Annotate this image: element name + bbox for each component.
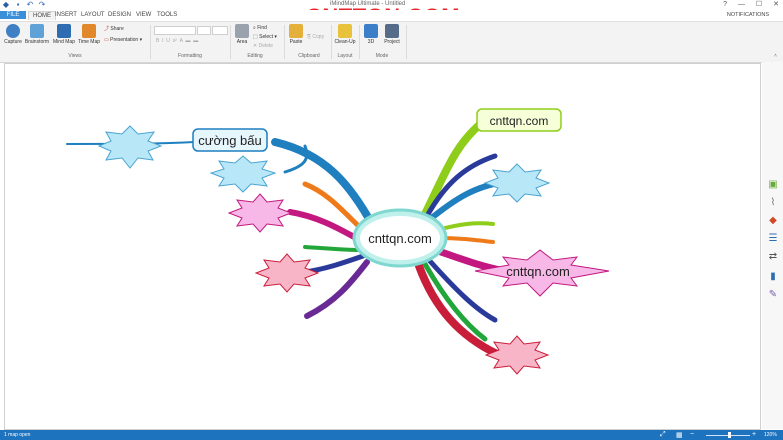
mind-map-button[interactable]: Mind Map bbox=[52, 24, 76, 45]
star-red-left[interactable] bbox=[254, 253, 320, 293]
collapse-ribbon-icon[interactable]: ˄ bbox=[774, 53, 777, 59]
topic-left-label: cường bấu bbox=[198, 133, 262, 148]
capture-button[interactable]: Capture bbox=[3, 24, 23, 45]
notes-icon[interactable]: ▮ bbox=[768, 272, 778, 282]
zoom-slider-thumb[interactable] bbox=[728, 432, 731, 438]
branch-navy-left[interactable] bbox=[302, 253, 366, 275]
window-controls: ? — ☐ ✕ bbox=[714, 0, 779, 8]
star-pink-left[interactable] bbox=[227, 193, 293, 233]
save-icon[interactable]: ▪ bbox=[14, 1, 22, 9]
group-label-clipboard: Clipboard bbox=[298, 53, 320, 59]
find-button[interactable]: ⌕ Find bbox=[253, 25, 267, 31]
close-button[interactable]: ✕ bbox=[773, 1, 779, 8]
relationship-icon[interactable]: ⇄ bbox=[768, 252, 778, 262]
clean-up-icon bbox=[338, 24, 352, 38]
zoom-in-icon[interactable]: + bbox=[752, 431, 756, 438]
share-icon: ⤴ bbox=[104, 26, 110, 32]
undo-icon[interactable]: ↶ bbox=[26, 1, 34, 9]
redo-icon[interactable]: ↷ bbox=[38, 1, 46, 9]
group-separator bbox=[230, 25, 231, 59]
status-bar: 1 map open ⤢ ▦ − + 120% bbox=[0, 430, 783, 440]
attachment-icon[interactable]: ⌇ bbox=[768, 198, 778, 208]
fullscreen-icon[interactable]: ▦ bbox=[676, 431, 683, 439]
tab-tools[interactable]: TOOLS bbox=[153, 11, 181, 19]
star-red-bottom-right[interactable] bbox=[484, 335, 550, 375]
find-icon: ⌕ bbox=[253, 25, 256, 31]
delete-button[interactable]: ✕ Delete bbox=[253, 43, 273, 49]
app-logo-icon: ◆ bbox=[2, 0, 10, 9]
group-separator bbox=[284, 25, 285, 59]
star-blue-left[interactable] bbox=[209, 155, 277, 193]
group-separator bbox=[359, 25, 360, 59]
status-pages: 1 map open bbox=[4, 432, 31, 438]
branch-magenta-right[interactable] bbox=[431, 246, 504, 274]
topic-right-label[interactable]: cnttqn.com bbox=[506, 264, 570, 279]
project-icon bbox=[385, 24, 399, 38]
branch-green-left[interactable] bbox=[303, 245, 363, 252]
group-label-mode: Mode bbox=[375, 53, 389, 59]
clean-up-button[interactable]: Clean-Up bbox=[334, 24, 356, 45]
mind-map-svg[interactable]: cnttqn.com cnttqn.com cnttqn.com cường b… bbox=[5, 64, 760, 429]
select-button[interactable]: ⬚ Select ▾ bbox=[253, 34, 277, 40]
capture-icon bbox=[6, 24, 20, 38]
ribbon: Capture Brainstorm Mind Map Time Map ⤴ S… bbox=[0, 21, 783, 63]
3d-icon bbox=[364, 24, 378, 38]
time-map-icon bbox=[82, 24, 96, 38]
time-map-button[interactable]: Time Map bbox=[77, 24, 101, 45]
group-label-editing: Editing bbox=[247, 53, 263, 59]
copy-button[interactable]: ⎘ Copy bbox=[307, 34, 324, 40]
branch-green-right[interactable] bbox=[435, 221, 495, 232]
select-icon: ⬚ bbox=[253, 34, 258, 40]
tab-file[interactable]: FILE bbox=[0, 11, 26, 19]
group-label-formatting: Formatting bbox=[178, 53, 202, 59]
notifications-button[interactable]: NOTIFICATIONS bbox=[727, 12, 769, 18]
icons-library-icon[interactable]: ◆ bbox=[768, 216, 778, 226]
zoom-out-icon[interactable]: − bbox=[690, 431, 694, 438]
paste-icon bbox=[289, 24, 303, 38]
tab-design[interactable]: DESIGN bbox=[104, 11, 135, 19]
tab-view[interactable]: VIEW bbox=[132, 11, 155, 19]
format-buttons[interactable]: B I U x² A ▬ ▬ bbox=[156, 38, 198, 44]
menu-bar: FILE HOME INSERT LAYOUT DESIGN VIEW TOOL… bbox=[0, 10, 783, 21]
image-icon[interactable]: ▣ bbox=[768, 180, 778, 190]
star-blue-right[interactable] bbox=[483, 163, 551, 203]
delete-icon: ✕ bbox=[253, 43, 258, 49]
presentation-button[interactable]: ▭ Presentation ▾ bbox=[104, 37, 142, 43]
group-separator bbox=[331, 25, 332, 59]
format-painter-icon[interactable]: ✎ bbox=[768, 290, 778, 300]
group-label-views: Views bbox=[68, 53, 82, 59]
paste-button[interactable]: Paste bbox=[288, 24, 304, 45]
central-node-label: cnttqn.com bbox=[368, 231, 432, 246]
right-side-panel: ▣ ⌇ ◆ ☰ ⇄ ▮ ✎ bbox=[762, 62, 783, 429]
font-family-select[interactable] bbox=[154, 26, 196, 35]
outline-icon[interactable]: ☰ bbox=[768, 234, 778, 244]
presentation-icon: ▭ bbox=[104, 37, 109, 43]
share-button[interactable]: ⤴ Share bbox=[104, 25, 124, 32]
zoom-level: 120% bbox=[764, 432, 777, 438]
area-icon bbox=[235, 24, 249, 38]
3d-button[interactable]: 3D bbox=[364, 24, 378, 45]
copy-icon: ⎘ bbox=[307, 34, 312, 40]
font-size-select[interactable] bbox=[197, 26, 211, 35]
mind-map-canvas[interactable]: cnttqn.com cnttqn.com cnttqn.com cường b… bbox=[4, 63, 761, 430]
star-blue-far-left[interactable] bbox=[97, 125, 163, 169]
project-button[interactable]: Project bbox=[382, 24, 402, 45]
group-label-layout: Layout bbox=[337, 53, 353, 59]
topic-top-right-label: cnttqn.com bbox=[490, 114, 549, 128]
mind-map-icon bbox=[57, 24, 71, 38]
group-separator bbox=[150, 25, 151, 59]
help-icon[interactable]: ? bbox=[723, 1, 727, 8]
group-separator bbox=[406, 25, 407, 59]
brainstorm-button[interactable]: Brainstorm bbox=[24, 24, 50, 45]
brainstorm-icon bbox=[30, 24, 44, 38]
fit-view-icon[interactable]: ⤢ bbox=[660, 431, 666, 439]
shape-select[interactable] bbox=[212, 26, 228, 35]
area-button[interactable]: Area bbox=[234, 24, 250, 45]
minimize-button[interactable]: — bbox=[738, 1, 745, 8]
maximize-button[interactable]: ☐ bbox=[756, 1, 762, 8]
